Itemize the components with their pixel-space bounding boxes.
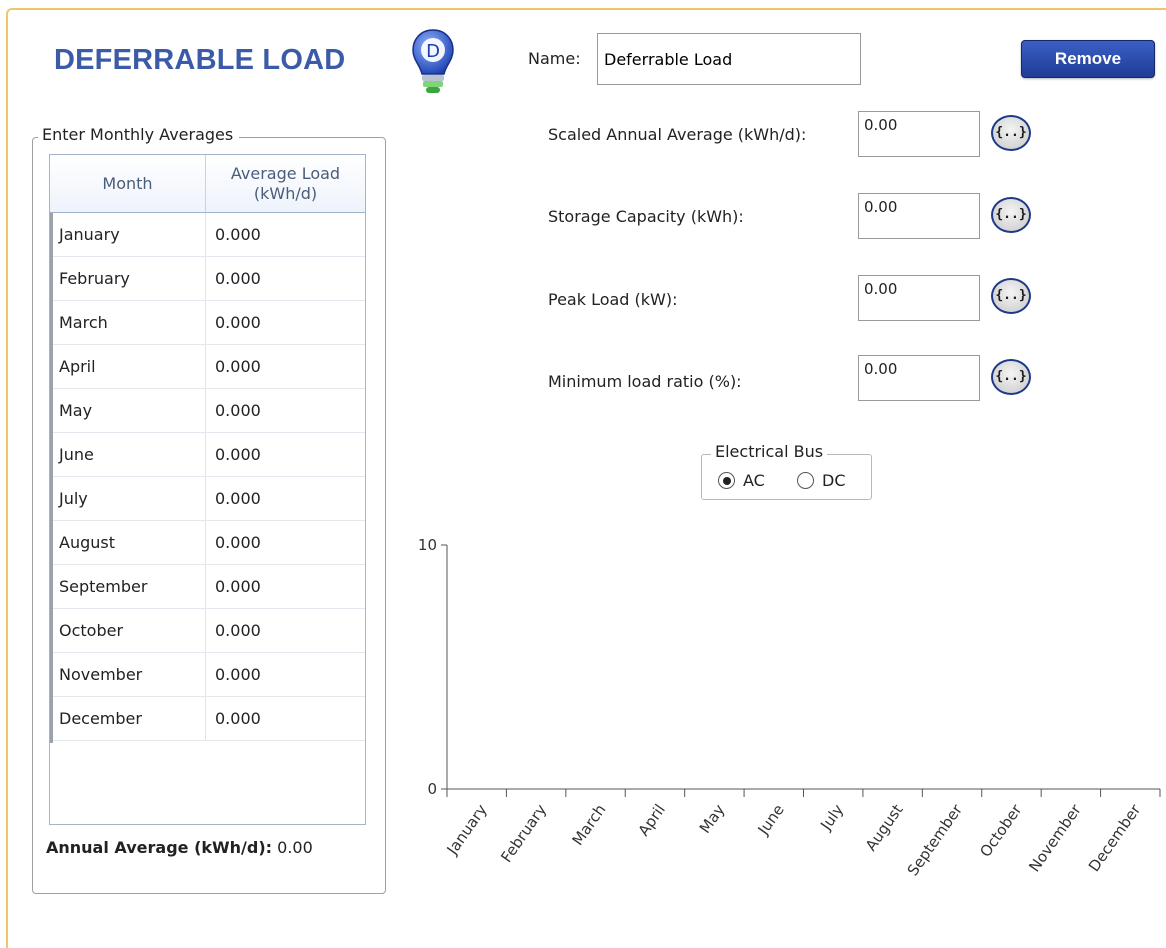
x-tick-label: July (816, 801, 847, 834)
sensitivity-button-1[interactable]: {..} (991, 197, 1031, 233)
field-label-1: Storage Capacity (kWh): (548, 207, 744, 226)
page-title: DEFERRABLE LOAD (54, 44, 346, 76)
column-header-average-load[interactable]: Average Load (kWh/d) (206, 155, 365, 212)
bus-option-dc-label: DC (822, 471, 846, 490)
x-tick-label: June (754, 801, 788, 839)
annual-average: Annual Average (kWh/d): 0.00 (46, 838, 313, 857)
month-cell: December (50, 697, 206, 740)
column-header-month[interactable]: Month (50, 155, 206, 212)
sensitivity-button-0[interactable]: {..} (991, 115, 1031, 151)
annual-average-value: 0.00 (277, 838, 313, 857)
table-row[interactable]: November 0.000 (50, 653, 365, 697)
month-cell: July (50, 477, 206, 520)
table-row[interactable]: January 0.000 (50, 213, 365, 257)
annual-average-label: Annual Average (kWh/d): (46, 838, 273, 857)
average-load-cell[interactable]: 0.000 (206, 433, 365, 476)
field-label-2: Peak Load (kW): (548, 290, 678, 309)
x-tick-label: December (1085, 800, 1145, 875)
x-tick-label: August (862, 801, 907, 854)
monthly-load-table: Month Average Load (kWh/d) January 0.000 F… (49, 154, 366, 825)
bus-option-ac[interactable]: AC (718, 471, 765, 490)
field-label-0: Scaled Annual Average (kWh/d): (548, 125, 807, 144)
average-load-cell[interactable]: 0.000 (206, 521, 365, 564)
x-tick-label: November (1025, 800, 1085, 875)
average-load-cell[interactable]: 0.000 (206, 301, 365, 344)
table-row[interactable]: August 0.000 (50, 521, 365, 565)
sensitivity-button-3[interactable]: {..} (991, 359, 1031, 395)
table-row[interactable]: September 0.000 (50, 565, 365, 609)
average-load-cell[interactable]: 0.000 (206, 609, 365, 652)
field-input-1[interactable]: 0.00 (858, 193, 980, 239)
x-tick-label: January (443, 801, 491, 859)
x-tick-label: September (904, 800, 967, 879)
y-tick-label: 10 (418, 536, 437, 554)
x-tick-label: May (696, 801, 729, 837)
month-cell: August (50, 521, 206, 564)
deferrable-load-icon: D (412, 29, 454, 93)
bus-option-dc[interactable]: DC (797, 471, 846, 490)
x-tick-label: March (569, 801, 610, 849)
x-tick-label: February (497, 801, 550, 866)
radio-dc-icon[interactable] (797, 472, 814, 489)
average-load-cell[interactable]: 0.000 (206, 697, 365, 740)
field-input-3[interactable]: 0.00 (858, 355, 980, 401)
month-cell: June (50, 433, 206, 476)
table-row[interactable]: July 0.000 (50, 477, 365, 521)
average-load-cell[interactable]: 0.000 (206, 653, 365, 696)
row-header-bar (50, 213, 53, 743)
table-row[interactable]: October 0.000 (50, 609, 365, 653)
field-label-3: Minimum load ratio (%): (548, 372, 742, 391)
average-load-cell[interactable]: 0.000 (206, 257, 365, 300)
field-input-0[interactable]: 0.00 (858, 111, 980, 157)
average-load-cell[interactable]: 0.000 (206, 345, 365, 388)
field-input-2[interactable]: 0.00 (858, 275, 980, 321)
month-cell: October (50, 609, 206, 652)
table-row[interactable]: May 0.000 (50, 389, 365, 433)
month-cell: January (50, 213, 206, 256)
table-header: Month Average Load (kWh/d) (50, 155, 365, 213)
radio-ac-selected-icon[interactable] (718, 472, 735, 489)
table-row[interactable]: February 0.000 (50, 257, 365, 301)
month-cell: May (50, 389, 206, 432)
x-tick-label: October (976, 800, 1026, 860)
table-row[interactable]: June 0.000 (50, 433, 365, 477)
table-row[interactable]: March 0.000 (50, 301, 365, 345)
average-load-cell[interactable]: 0.000 (206, 565, 365, 608)
name-input[interactable] (597, 33, 861, 85)
remove-button[interactable]: Remove (1021, 40, 1155, 78)
month-cell: November (50, 653, 206, 696)
y-tick-label: 0 (427, 780, 437, 798)
name-label: Name: (528, 49, 581, 68)
month-cell: September (50, 565, 206, 608)
electrical-bus-legend: Electrical Bus (711, 442, 828, 461)
table-row[interactable]: December 0.000 (50, 697, 365, 741)
monthly-load-chart: 0 10 January February March April May June July A… (418, 536, 1161, 879)
bus-option-ac-label: AC (743, 471, 765, 490)
average-load-cell[interactable]: 0.000 (206, 477, 365, 520)
average-load-cell[interactable]: 0.000 (206, 389, 365, 432)
icon-letter: D (426, 41, 440, 62)
average-load-cell[interactable]: 0.000 (206, 213, 365, 256)
month-cell: February (50, 257, 206, 300)
monthly-averages-legend: Enter Monthly Averages (38, 125, 240, 144)
month-cell: April (50, 345, 206, 388)
table-body: January 0.000 February 0.000 March 0.000 April… (50, 213, 365, 741)
sensitivity-button-2[interactable]: {..} (991, 278, 1031, 314)
month-cell: March (50, 301, 206, 344)
table-row[interactable]: April 0.000 (50, 345, 365, 389)
x-tick-label: April (635, 801, 669, 839)
